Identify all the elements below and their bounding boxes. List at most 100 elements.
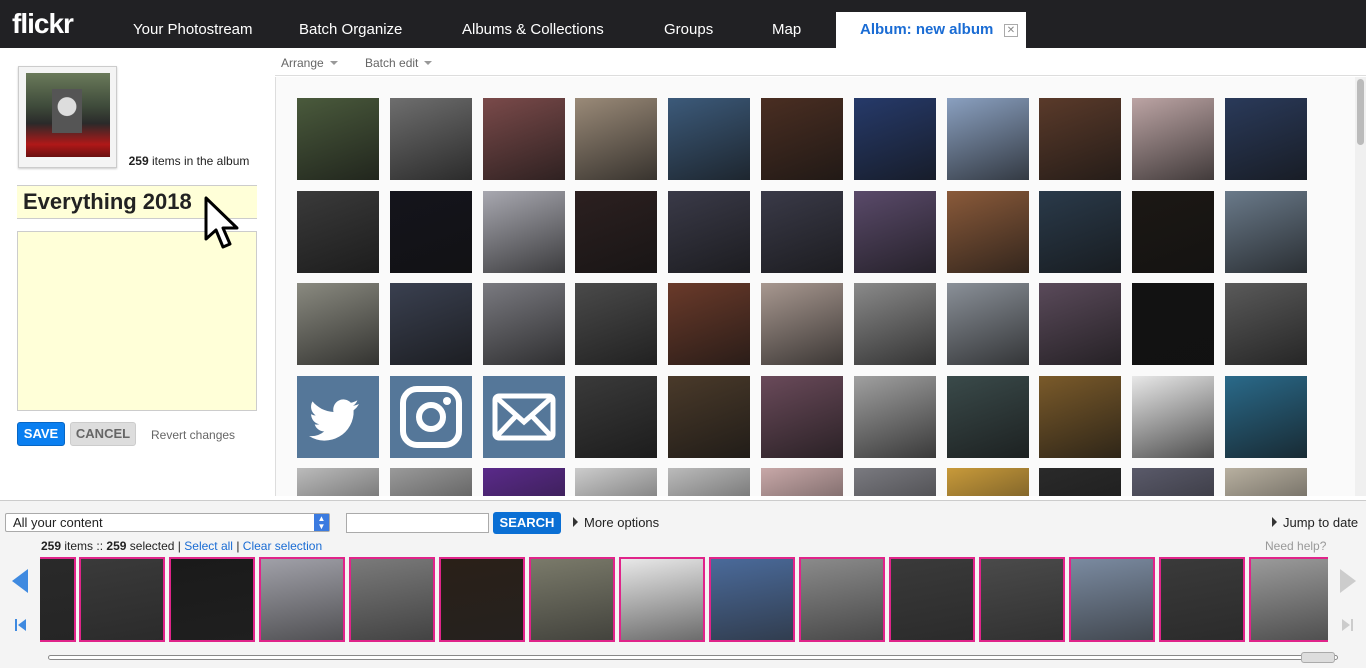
photo-tile[interactable] (482, 468, 565, 496)
selected-photo-tile[interactable] (889, 557, 975, 642)
photo-tile[interactable] (853, 468, 936, 496)
photo-tile[interactable] (482, 98, 565, 180)
photo-tile-mail-icon[interactable] (482, 375, 565, 458)
photo-tile[interactable] (946, 190, 1029, 273)
photo-tile[interactable] (389, 98, 472, 180)
previous-arrow-icon[interactable] (12, 569, 28, 593)
photo-tile[interactable] (389, 283, 472, 366)
flickr-logo[interactable]: flickr (12, 8, 74, 40)
arrange-menu[interactable]: Arrange (281, 56, 338, 70)
photo-tile[interactable] (1225, 98, 1307, 180)
photo-tile[interactable] (1132, 375, 1215, 458)
tab-groups[interactable]: Groups (664, 12, 713, 48)
revert-changes-link[interactable]: Revert changes (151, 428, 235, 442)
last-page-icon[interactable] (1340, 618, 1354, 632)
photo-tile[interactable] (761, 190, 843, 273)
photo-tile[interactable] (1039, 375, 1122, 458)
photo-tile[interactable] (482, 190, 565, 273)
strip-scrollbar-knob[interactable] (1301, 652, 1335, 663)
photo-tile[interactable] (946, 468, 1029, 496)
selected-photo-tile[interactable] (439, 557, 525, 642)
scrollbar-thumb[interactable] (1357, 79, 1364, 145)
selected-photo-tile[interactable] (79, 557, 165, 642)
more-options-toggle[interactable]: More options (573, 515, 659, 530)
selected-photo-tile[interactable] (709, 557, 795, 642)
photo-tile[interactable] (668, 468, 751, 496)
grid-scrollbar[interactable] (1355, 77, 1366, 496)
photo-tile[interactable] (575, 190, 658, 273)
selected-photo-tile[interactable] (979, 557, 1065, 642)
photo-tile[interactable] (853, 375, 936, 458)
photo-tile[interactable] (853, 190, 936, 273)
selected-photo-tile[interactable] (349, 557, 435, 642)
jump-to-date-toggle[interactable]: Jump to date (1272, 515, 1358, 530)
selected-photo-tile[interactable] (1069, 557, 1155, 642)
tab-your-photostream[interactable]: Your Photostream (133, 12, 253, 48)
photo-tile-twitter-icon[interactable] (297, 375, 379, 458)
photo-tile[interactable] (1039, 190, 1122, 273)
photo-tile[interactable] (389, 468, 472, 496)
photo-tile[interactable] (1132, 468, 1215, 496)
album-cover-thumbnail[interactable] (18, 66, 117, 168)
photo-tile[interactable] (1132, 283, 1215, 366)
photo-tile[interactable] (297, 190, 379, 273)
close-icon[interactable]: ✕ (1004, 24, 1018, 37)
photo-tile[interactable] (297, 283, 379, 366)
photo-tile[interactable] (853, 283, 936, 366)
photo-tile[interactable] (1039, 283, 1122, 366)
photo-tile[interactable] (575, 375, 658, 458)
photo-tile[interactable] (1132, 98, 1215, 180)
photo-tile[interactable] (1225, 190, 1307, 273)
selected-photo-tile[interactable] (169, 557, 255, 642)
photo-tile[interactable] (575, 283, 658, 366)
photo-tile[interactable] (946, 375, 1029, 458)
photo-tile[interactable] (575, 468, 658, 496)
search-button[interactable]: SEARCH (493, 512, 561, 534)
photo-tile-instagram-icon[interactable] (389, 375, 472, 458)
selected-photo-tile[interactable] (619, 557, 705, 642)
photo-tile[interactable] (668, 98, 751, 180)
selected-photo-tile[interactable] (1159, 557, 1245, 642)
photo-tile[interactable] (761, 375, 843, 458)
photo-tile[interactable] (297, 468, 379, 496)
photo-tile[interactable] (853, 98, 936, 180)
photo-tile[interactable] (389, 190, 472, 273)
tab-album-new-album[interactable]: Album: new album ✕ (836, 12, 1026, 48)
tab-map[interactable]: Map (772, 12, 801, 48)
strip-scrollbar[interactable] (48, 652, 1338, 663)
clear-selection-link[interactable]: Clear selection (243, 539, 322, 553)
selected-photo-tile[interactable] (799, 557, 885, 642)
selected-photo-tile[interactable] (40, 557, 76, 642)
first-page-icon[interactable] (14, 618, 28, 632)
photo-tile[interactable] (1225, 468, 1307, 496)
photo-tile[interactable] (946, 98, 1029, 180)
tab-batch-organize[interactable]: Batch Organize (299, 12, 402, 48)
photo-tile[interactable] (946, 283, 1029, 366)
photo-tile[interactable] (668, 190, 751, 273)
cancel-button[interactable]: CANCEL (70, 422, 136, 446)
save-button[interactable]: SAVE (17, 422, 65, 446)
photo-tile[interactable] (297, 98, 379, 180)
photo-tile[interactable] (1039, 98, 1122, 180)
photo-tile[interactable] (575, 98, 658, 180)
photo-tile[interactable] (1225, 283, 1307, 366)
album-description-input[interactable] (17, 231, 257, 411)
photo-tile[interactable] (1225, 375, 1307, 458)
photo-tile[interactable] (761, 283, 843, 366)
batch-edit-menu[interactable]: Batch edit (365, 56, 433, 70)
selected-photo-tile[interactable] (529, 557, 615, 642)
photo-tile[interactable] (1132, 190, 1215, 273)
photo-tile[interactable] (1039, 468, 1122, 496)
photo-tile[interactable] (482, 283, 565, 366)
photo-tile[interactable] (761, 98, 843, 180)
selected-photo-tile[interactable] (259, 557, 345, 642)
photo-tile[interactable] (761, 468, 843, 496)
content-filter-select[interactable]: All your content ▲ ▼ (5, 513, 330, 532)
tab-albums-collections[interactable]: Albums & Collections (462, 12, 604, 48)
need-help-link[interactable]: Need help? (1265, 539, 1326, 553)
select-all-link[interactable]: Select all (184, 539, 233, 553)
photo-tile[interactable] (668, 283, 751, 366)
photo-tile[interactable] (668, 375, 751, 458)
selected-photo-tile[interactable] (1249, 557, 1328, 642)
search-input[interactable] (346, 513, 489, 533)
